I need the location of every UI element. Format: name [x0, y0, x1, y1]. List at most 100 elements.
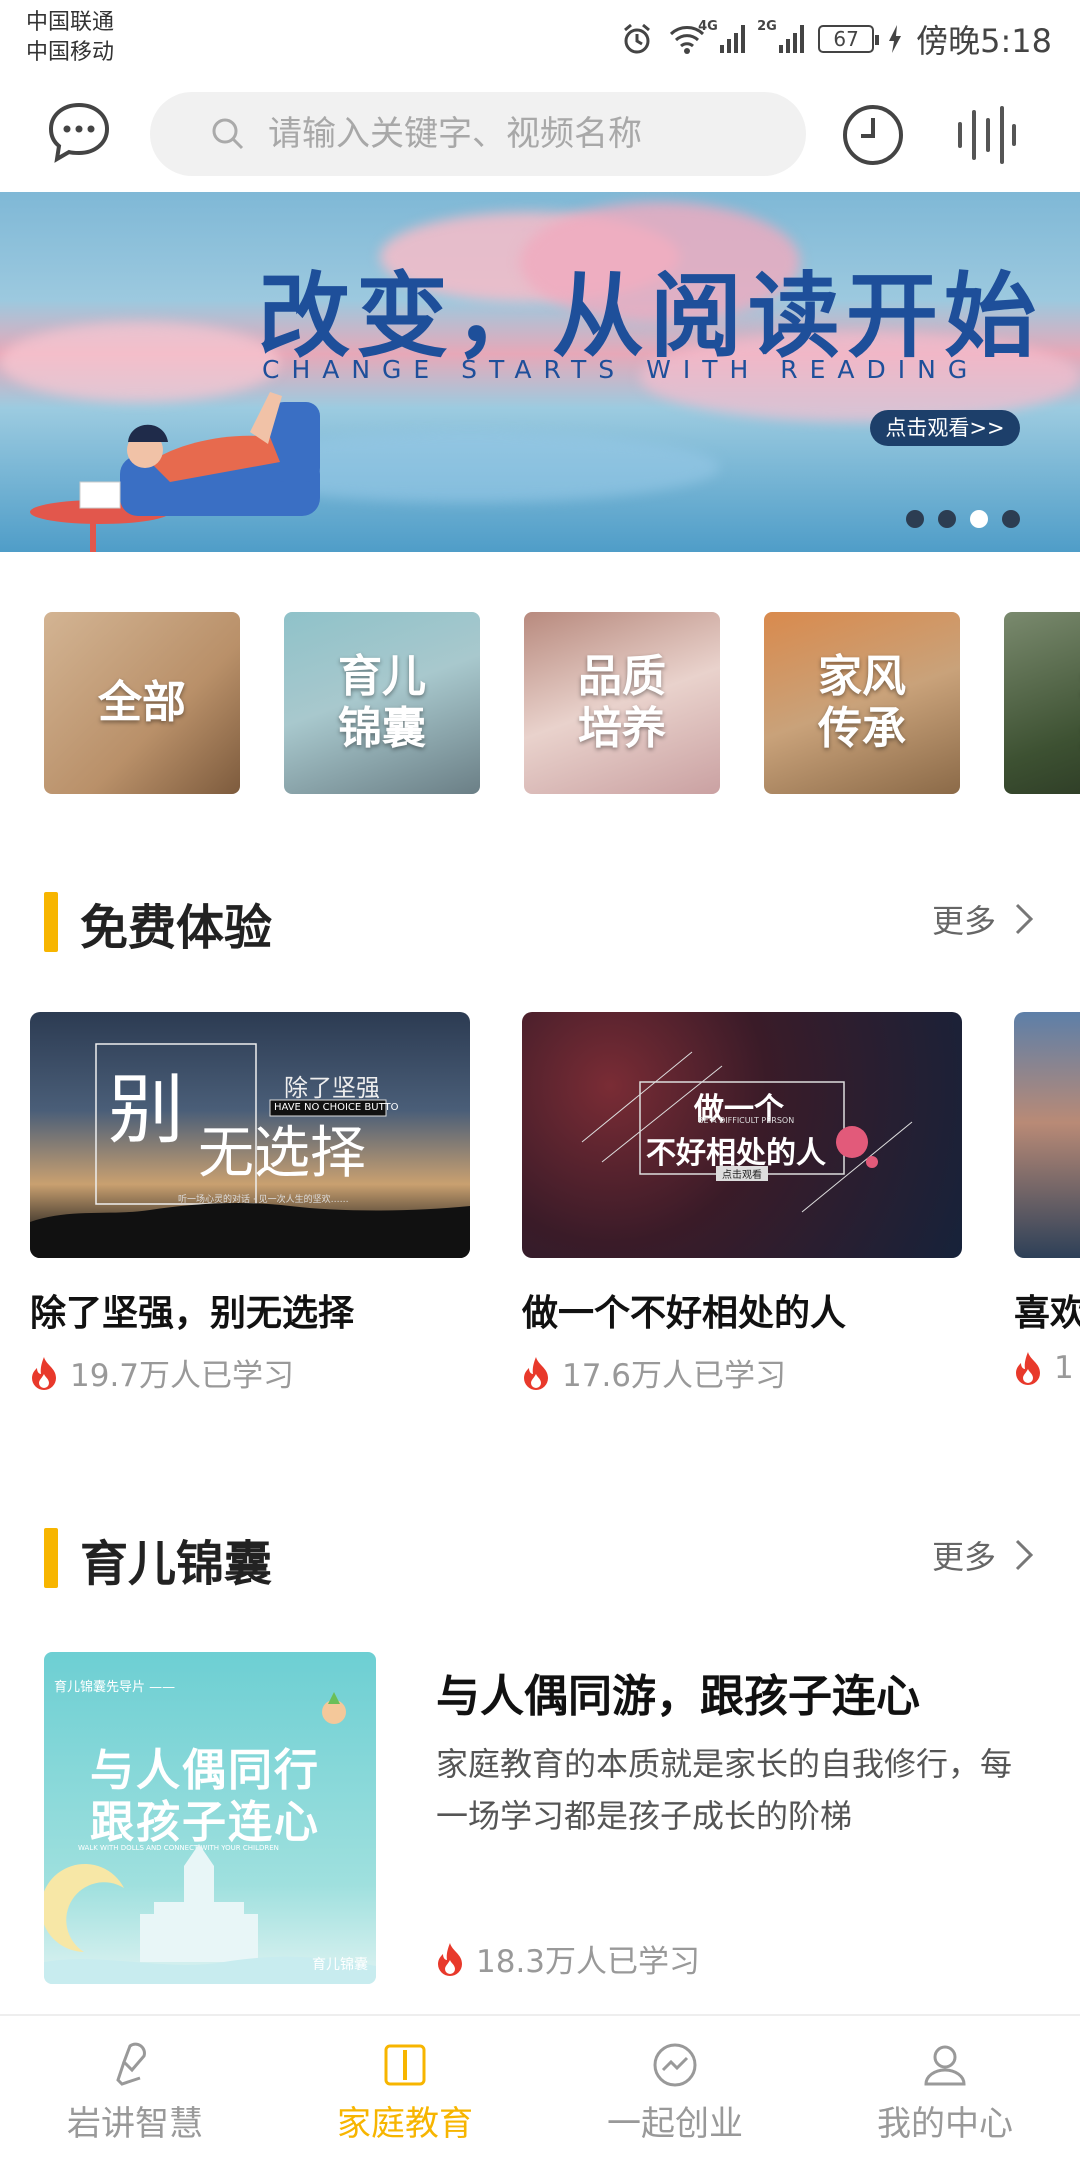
- section-accent-bar: [44, 892, 58, 952]
- category-row: 全部 育儿锦囊 品质培养 家风传承 夫关: [0, 612, 1080, 796]
- nav-label: 家庭教育: [337, 2104, 473, 2144]
- signal-4g-icon: 4G: [698, 19, 746, 53]
- section-accent-bar: [44, 1528, 58, 1588]
- search-input[interactable]: [268, 114, 748, 154]
- fire-icon: [32, 1356, 56, 1390]
- nav-label: 岩讲智慧: [67, 2104, 203, 2144]
- poster-en-text: BE A DIFFICULT PERSON: [698, 1116, 795, 1125]
- parenting-more-link[interactable]: 更多: [932, 1532, 1034, 1578]
- nav-startup-together[interactable]: 一起创业: [540, 2016, 810, 2160]
- course-card[interactable]: 喜欢 1: [1014, 1012, 1080, 1386]
- top-header: [0, 84, 1080, 184]
- alarm-icon: [624, 23, 651, 54]
- free-course-list: 别 无选择 除了坚强 HAVE NO CHOICE BUTTO 听一场心灵的对话…: [0, 1012, 1080, 1392]
- poster-caption: 听一场心灵的对话 · 见一次人生的坚欢……: [178, 1195, 349, 1205]
- banner-dot-active[interactable]: [970, 510, 988, 528]
- category-label: 锦囊: [338, 703, 426, 754]
- trend-icon: [653, 2043, 697, 2087]
- course-thumbnail: 别 无选择 除了坚强 HAVE NO CHOICE BUTTO 听一场心灵的对话…: [30, 1012, 470, 1258]
- category-label: 品质: [578, 651, 666, 702]
- category-quality[interactable]: 品质 培养: [524, 612, 720, 794]
- course-card[interactable]: 别 无选择 除了坚强 HAVE NO CHOICE BUTTO 听一场心灵的对话…: [30, 1012, 470, 1392]
- mic-icon: [116, 2042, 146, 2086]
- fire-icon: [524, 1356, 548, 1390]
- course-meta: 19.7万人已学习: [30, 1350, 470, 1392]
- category-label: 传承: [818, 703, 906, 754]
- featured-thumbnail: 育儿锦囊先导片 —— 与人偶同行 跟孩子连心 WALK WITH DOLLS A…: [44, 1652, 376, 1984]
- more-label: 更多: [931, 902, 996, 940]
- promo-banner[interactable]: 改变，从阅读开始 CHANGE STARTS WITH READING 点击观看…: [0, 192, 1080, 552]
- course-thumbnail: [1014, 1012, 1080, 1258]
- category-all[interactable]: 全部: [44, 612, 240, 794]
- message-icon[interactable]: [46, 100, 112, 166]
- castle-moon-illustration: [44, 1692, 376, 1984]
- user-icon: [924, 2045, 966, 2086]
- nav-label: 我的中心: [877, 2104, 1013, 2144]
- learner-count: 17.6万人已学习: [562, 1358, 787, 1392]
- banner-dot[interactable]: [938, 510, 956, 528]
- course-title: 喜欢: [1014, 1293, 1080, 1334]
- featured-title: 与人偶同游，跟孩子连心: [436, 1671, 920, 1722]
- category-more[interactable]: 夫关: [1004, 612, 1080, 794]
- learner-count: 18.3万人已学习: [476, 1944, 701, 1980]
- featured-course[interactable]: 育儿锦囊先导片 —— 与人偶同行 跟孩子连心 WALK WITH DOLLS A…: [44, 1652, 1044, 1986]
- battery-indicator: 67: [818, 25, 880, 53]
- reading-girl-illustration: [30, 392, 320, 552]
- signal-2g-icon: 2G: [757, 19, 805, 53]
- free-more-link[interactable]: 更多: [932, 896, 1034, 942]
- category-label: 全部: [98, 677, 186, 728]
- parenting-section-header: 育儿锦囊 更多: [0, 1518, 1080, 1592]
- banner-dot[interactable]: [906, 510, 924, 528]
- course-card[interactable]: 做一个 不好相处的人 BE A DIFFICULT PERSON 点击观看 做一…: [522, 1012, 962, 1392]
- section-title: 免费体验: [80, 900, 273, 956]
- free-section-header: 免费体验 更多: [0, 882, 1080, 956]
- status-bar: 中国联通 中国移动 4G 2G 67 傍晚5:18: [0, 0, 1080, 80]
- search-icon: [212, 118, 244, 150]
- nav-family-education[interactable]: 家庭教育: [270, 2016, 540, 2160]
- learner-count: 19.7万人已学习: [70, 1358, 295, 1392]
- banner-pagination: [906, 510, 1020, 528]
- poster-en-text: HAVE NO CHOICE BUTTO: [274, 1102, 399, 1113]
- chevron-right-icon: [1015, 903, 1034, 935]
- banner-watch-button[interactable]: 点击观看>>: [870, 410, 1020, 446]
- chevron-right-icon: [1015, 1539, 1034, 1571]
- charging-icon: [889, 25, 902, 53]
- bottom-navigation: 岩讲智慧 家庭教育 一起创业 我的中心: [0, 2014, 1080, 2160]
- poster-tag: 点击观看: [716, 1166, 768, 1181]
- category-label: 培养: [578, 703, 666, 754]
- nav-my-center[interactable]: 我的中心: [810, 2016, 1080, 2160]
- poster-big-text-2: 无选择: [198, 1121, 366, 1186]
- poster-brand: 育儿锦囊: [312, 1957, 368, 1973]
- nav-label: 一起创业: [607, 2104, 743, 2144]
- learner-count: 1: [1054, 1350, 1074, 1386]
- course-meta: 1: [1014, 1350, 1080, 1386]
- fire-icon: [1016, 1352, 1040, 1385]
- status-icons: 4G 2G 67 傍晚5:18: [620, 14, 1052, 64]
- nav-wisdom-talks[interactable]: 岩讲智慧: [0, 2016, 270, 2160]
- course-thumbnail: 做一个 不好相处的人 BE A DIFFICULT PERSON 点击观看: [522, 1012, 962, 1258]
- poster-small-text: 除了坚强: [284, 1074, 380, 1102]
- search-bar[interactable]: [150, 92, 806, 176]
- book-icon: [384, 2044, 426, 2086]
- course-title: 做一个不好相处的人: [522, 1293, 847, 1334]
- category-family-tradition[interactable]: 家风 传承: [764, 612, 960, 794]
- course-meta: 17.6万人已学习: [522, 1350, 962, 1392]
- poster-big-text: 别: [108, 1065, 184, 1154]
- carrier-info: 中国联通 中国移动: [26, 8, 114, 68]
- history-icon[interactable]: [840, 102, 906, 168]
- carrier-1: 中国联通: [26, 10, 115, 35]
- category-label: 育儿: [338, 651, 426, 702]
- fire-icon: [438, 1942, 462, 1976]
- more-label: 更多: [931, 1538, 996, 1576]
- featured-meta: 18.3万人已学习: [436, 1936, 700, 1981]
- audio-wave-icon[interactable]: [952, 102, 1018, 168]
- clock-time: 傍晚5:18: [916, 22, 1052, 60]
- banner-subtitle: CHANGE STARTS WITH READING: [262, 355, 980, 384]
- featured-description: 家庭教育的本质就是家长的自我修行，每一场学习都是孩子成长的阶梯: [436, 1745, 1013, 1835]
- section-title: 育儿锦囊: [80, 1536, 273, 1592]
- category-label: 家风: [818, 651, 906, 702]
- category-parenting[interactable]: 育儿 锦囊: [284, 612, 480, 794]
- banner-dot[interactable]: [1002, 510, 1020, 528]
- course-title: 除了坚强，别无选择: [30, 1293, 355, 1334]
- carrier-2: 中国移动: [26, 40, 115, 65]
